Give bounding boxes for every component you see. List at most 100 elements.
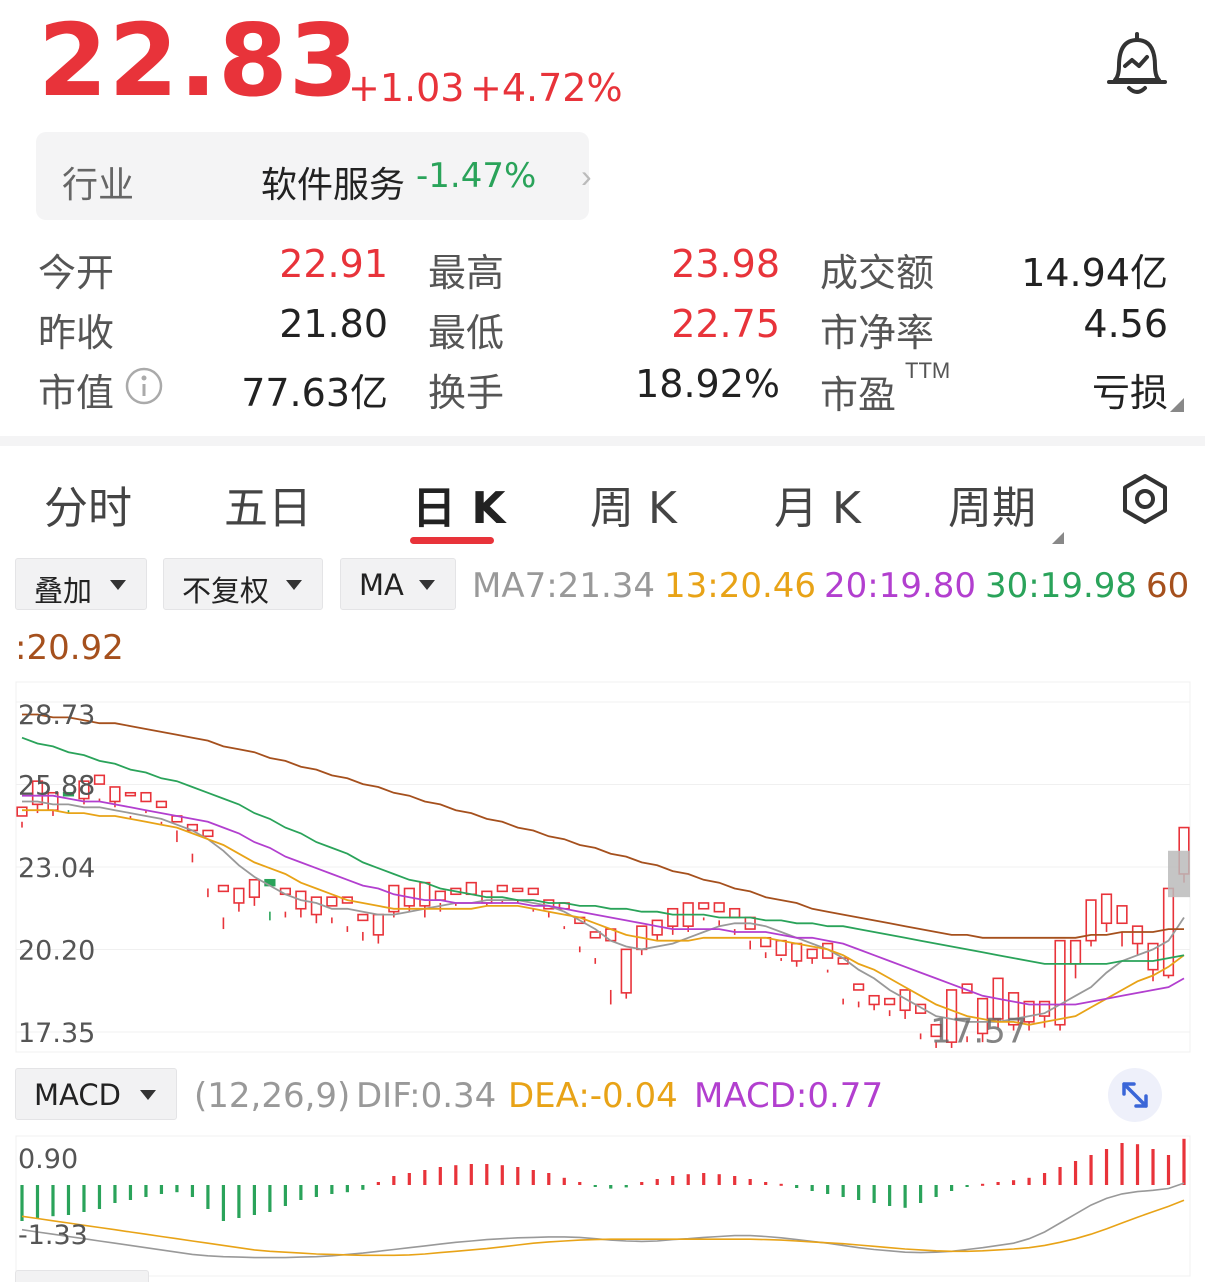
candle-body [1054,939,1066,1026]
candle-body [357,913,369,922]
stat-label-market-cap: 市值 [38,371,115,415]
macd-bar [779,1183,783,1186]
y-axis-tick: 17.35 [18,1018,95,1049]
ma20-readout: 20:19.80 [824,566,977,606]
stat-label-prev-close: 昨收 [38,311,115,355]
dea-line [21,1199,1185,1257]
tab-period[interactable]: 周期 [948,472,1036,536]
candle-body [465,881,477,896]
tab-weekly-k[interactable]: 周 K [590,472,677,536]
macd-axis-bottom: -1.33 [18,1220,88,1251]
candle-body [434,890,446,901]
macd-bar [113,1185,117,1203]
stat-label-pe: 市盈 [820,373,897,417]
macd-bar [795,1185,799,1188]
macd-bar [1166,1155,1171,1185]
candle-body [16,806,28,817]
tab-intraday[interactable]: 分时 [44,472,132,536]
indicator-label: MA [359,568,404,602]
macd-bar [516,1167,520,1185]
macd-bar [268,1185,272,1212]
stat-value-market-cap: 77.63亿 [241,371,388,415]
kline-chart[interactable]: 28.73 25.88 23.04 20.20 17.35 17.57 [0,680,1205,1060]
expand-chart-icon[interactable] [1108,1068,1162,1122]
expand-corner-icon[interactable] [1170,398,1184,412]
macd-bar [1104,1149,1109,1185]
macd-bar [950,1185,954,1191]
candle-body [372,913,384,936]
candle-body [868,994,880,1006]
overlay-dropdown[interactable]: 叠加 [15,558,147,610]
macd-bar [51,1185,55,1217]
candle-body [109,786,121,803]
macd-bar [562,1177,566,1185]
macd-bar [283,1185,287,1206]
macd-dropdown[interactable]: MACD [15,1068,177,1120]
adjust-dropdown[interactable]: 不复权 [163,558,323,610]
candle-body [527,887,539,896]
indicator-dropdown[interactable]: MA [340,558,456,610]
stat-label-pe-ttm: TTM [905,358,951,383]
candle-body [1131,925,1144,945]
candle-body [884,997,896,1006]
macd-bar [810,1185,814,1191]
macd-bar [996,1182,1000,1185]
macd-dif: DIF:0.34 [356,1076,497,1116]
candle-body [1162,887,1175,977]
macd-bar [190,1185,195,1197]
industry-name: 软件服务 [261,165,406,206]
tab-monthly-k[interactable]: 月 K [774,472,861,536]
macd-chart[interactable]: 0.90 -1.33 [0,1130,1205,1281]
candle-body [310,896,322,916]
macd-bar [1120,1143,1124,1185]
candle-body [713,902,725,913]
ma60-readout-prefix: 60 [1146,566,1190,606]
stat-value-low: 22.75 [671,302,780,346]
price-change-percent: +4.72% [470,66,623,110]
candle-body [512,887,524,893]
caret-down-icon [110,580,126,590]
macd-bar [903,1185,907,1208]
active-tab-indicator [410,537,494,544]
y-axis-tick: 23.04 [18,853,95,884]
chart-settings-icon[interactable] [1120,472,1170,531]
price-change: +1.03 [348,66,465,110]
macd-axis-top: 0.90 [18,1144,78,1175]
macd-bar [144,1185,148,1197]
ma13-readout: 13:20.46 [664,566,817,606]
macd-bar [531,1170,535,1185]
macd-bar [407,1173,411,1185]
macd-bar [702,1173,706,1185]
caret-down-icon [286,580,302,590]
tab-five-day[interactable]: 五日 [224,472,312,536]
stat-value-prev-close: 21.80 [279,302,388,346]
macd-bar [1011,1180,1016,1185]
candle-body [419,881,431,907]
y-axis-tick: 28.73 [18,700,95,731]
macd-bar [888,1185,892,1206]
candle-body [326,896,338,907]
candle-body [667,907,679,927]
alert-bell-icon[interactable] [1105,30,1169,100]
macd-bar [128,1185,133,1200]
sub-indicator-dropdown[interactable] [15,1270,149,1282]
macd-bar [20,1185,24,1221]
caret-down-icon [140,1090,156,1100]
candle-body [496,884,508,893]
candle-body [1116,905,1128,925]
info-icon[interactable] [124,366,164,411]
overlay-label: 叠加 [34,574,93,608]
candle-body [698,902,710,910]
macd-bar [1027,1177,1031,1185]
chevron-right-icon: › [581,158,592,194]
industry-bar[interactable]: 行业 软件服务 -1.47% › [36,132,592,220]
macd-bar [547,1173,551,1185]
macd-bar [857,1185,861,1200]
macd-bar [438,1167,442,1185]
macd-bar [593,1185,597,1187]
tab-daily-k[interactable]: 日 K [412,472,505,536]
candle-body [1069,939,1082,965]
macd-bar [485,1164,489,1185]
dif-line [21,1182,1185,1259]
macd-bar [221,1185,226,1221]
